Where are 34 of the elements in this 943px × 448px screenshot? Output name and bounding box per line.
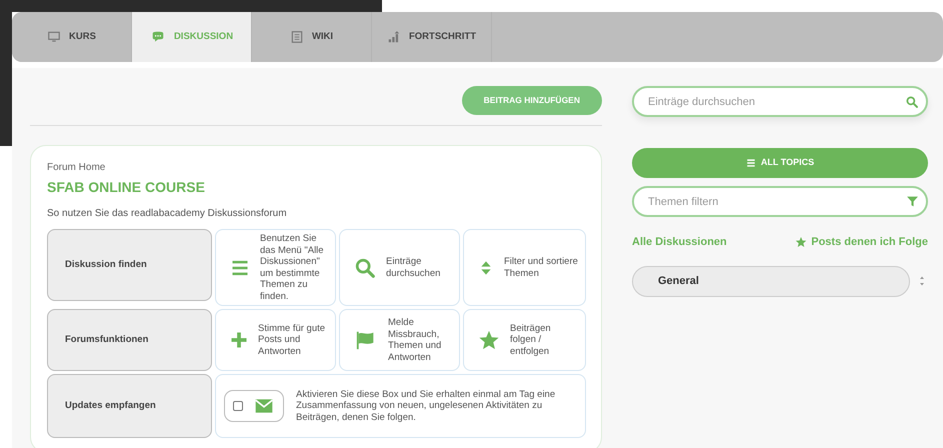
search-icon (905, 95, 919, 109)
all-topics-button[interactable]: ALL TOPICS (632, 148, 928, 178)
row-label: Forumsfunktionen (47, 309, 212, 371)
plus-icon (230, 331, 248, 349)
row-label: Updates empfangen (47, 374, 212, 438)
tip-text: Einträge durchsuchen (386, 256, 442, 279)
topic-item[interactable]: General (632, 266, 910, 296)
menu-icon (746, 158, 756, 168)
forum-title: SFAB ONLINE COURSE (47, 178, 206, 197)
subscribe-toggle[interactable] (224, 390, 284, 422)
chart-icon (386, 30, 401, 44)
star-icon (478, 329, 500, 351)
star-icon (795, 236, 808, 248)
tip-text: Melde Missbrauch, Themen und Antworten (388, 317, 442, 363)
monitor-icon (47, 30, 62, 44)
add-post-button[interactable]: BEITRAG HINZUFÜGEN (462, 86, 602, 115)
book-icon (290, 30, 304, 44)
breadcrumb: Forum Home (47, 161, 106, 175)
tip-text: Stimme für gute Posts und Antworten (258, 322, 326, 358)
search-icon (354, 256, 376, 278)
filter-icon (906, 195, 919, 208)
search-field[interactable]: Einträge durchsuchen (632, 86, 928, 117)
tab[interactable]: DISKUSSION (132, 12, 252, 62)
forum-description: So nutzen Sie das readlabacademy Diskussionsforum (47, 207, 288, 221)
tip-text: Benutzen Sie das Menü "Alle Diskussionen" um bestimmte Themen zu finden. (260, 233, 325, 302)
filter-link[interactable]: Posts denen ich Folge (795, 234, 928, 250)
subscribe-text: Aktivieren Sie diese Box und Sie erhalten einmal am Tag eine Zusammenfassung von neuen, ungelesenen Aktivitäten zu Beiträgen, denen Sie folgen. (296, 388, 556, 424)
filter-link[interactable]: Alle Diskussionen (632, 234, 727, 250)
tip-text: Beiträgen folgen / entfolgen (510, 322, 552, 358)
tab[interactable]: KURS (12, 12, 132, 62)
tip-text: Filter und sortiere Themen (504, 256, 579, 279)
filter-field[interactable]: Themen filtern (632, 186, 928, 217)
row-label: Diskussion finden (47, 229, 212, 301)
checkbox[interactable] (233, 401, 243, 411)
